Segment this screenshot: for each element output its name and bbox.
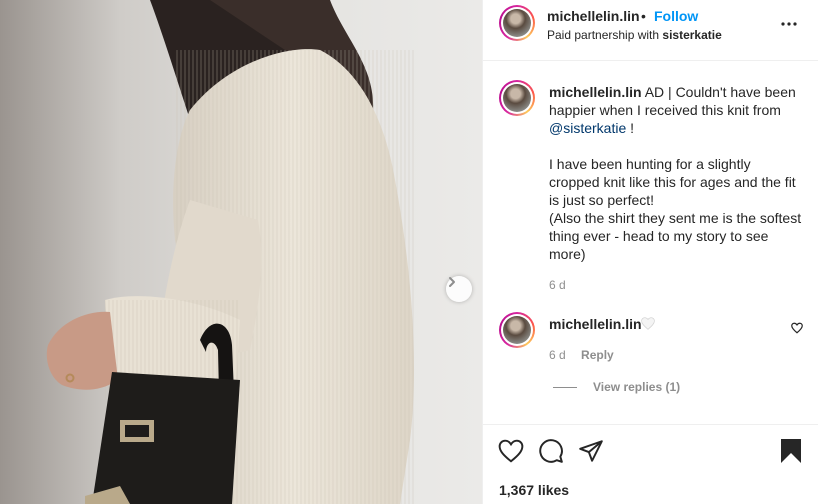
avatar-border [501,82,533,114]
post-side-panel: michellelin.lin • Follow Paid partnershi… [482,0,818,504]
post-header: michellelin.lin • Follow Paid partnershi… [483,0,818,61]
comment-avatar[interactable] [499,312,535,348]
photo-illustration [0,0,482,504]
white-heart-emoji-icon [641,317,655,330]
avatar-image [503,9,531,37]
instagram-post-modal: michellelin.lin • Follow Paid partnershi… [0,0,818,504]
paid-partnership-prefix: Paid partnership with [547,28,663,42]
separator-dot: • [641,8,646,24]
likes-count[interactable]: 1,367 likes [499,482,569,498]
mention-link[interactable]: @sisterkatie [549,120,626,136]
more-options-button[interactable] [779,14,799,34]
post-photo[interactable] [0,0,482,504]
share-button[interactable] [577,437,605,465]
like-button[interactable] [497,437,525,465]
view-replies-button[interactable]: View replies (1) [553,380,680,394]
bookmark-icon [781,439,801,463]
caption-paragraph-3: (Also the shirt they sent me is the soft… [549,210,802,262]
avatar-border [501,7,533,39]
caption-avatar[interactable] [499,80,535,116]
paid-partnership-label: Paid partnership with sisterkatie [547,28,722,42]
avatar-border [501,314,533,346]
comment-like-heart-icon[interactable] [791,322,803,334]
comments-list[interactable]: michellelin.lin AD | Couldn't have been … [483,62,818,424]
chevron-right-icon [449,277,455,287]
heart-icon [498,439,524,463]
caption-text-2: ! [626,120,635,136]
view-replies-line [553,386,577,388]
caption-text: michellelin.lin AD | Couldn't have been … [549,83,803,263]
comment-timestamp[interactable]: 6 d [549,348,566,362]
partner-link[interactable]: sisterkatie [662,28,721,42]
avatar-image [503,84,531,112]
avatar-image [503,316,531,344]
comment-username[interactable]: michellelin.lin [549,316,642,332]
save-button[interactable] [777,437,805,465]
author-avatar[interactable] [499,5,535,41]
post-actions-bar: 1,367 likes [483,424,818,504]
view-replies-label: View replies (1) [593,380,681,394]
next-photo-button[interactable] [446,276,472,302]
comment-button[interactable] [537,437,565,465]
caption-timestamp[interactable]: 6 d [549,278,566,292]
caption-username[interactable]: michellelin.lin [549,84,642,100]
follow-button[interactable]: Follow [654,8,698,24]
caption-paragraph-2: I have been hunting for a slightly cropp… [549,156,796,208]
more-horizontal-icon [781,22,797,26]
comment-icon [539,439,563,463]
reply-button[interactable]: Reply [581,348,614,362]
author-username[interactable]: michellelin.lin [547,8,640,24]
paper-plane-icon [579,440,603,462]
comment-meta: 6 d Reply [549,348,614,362]
